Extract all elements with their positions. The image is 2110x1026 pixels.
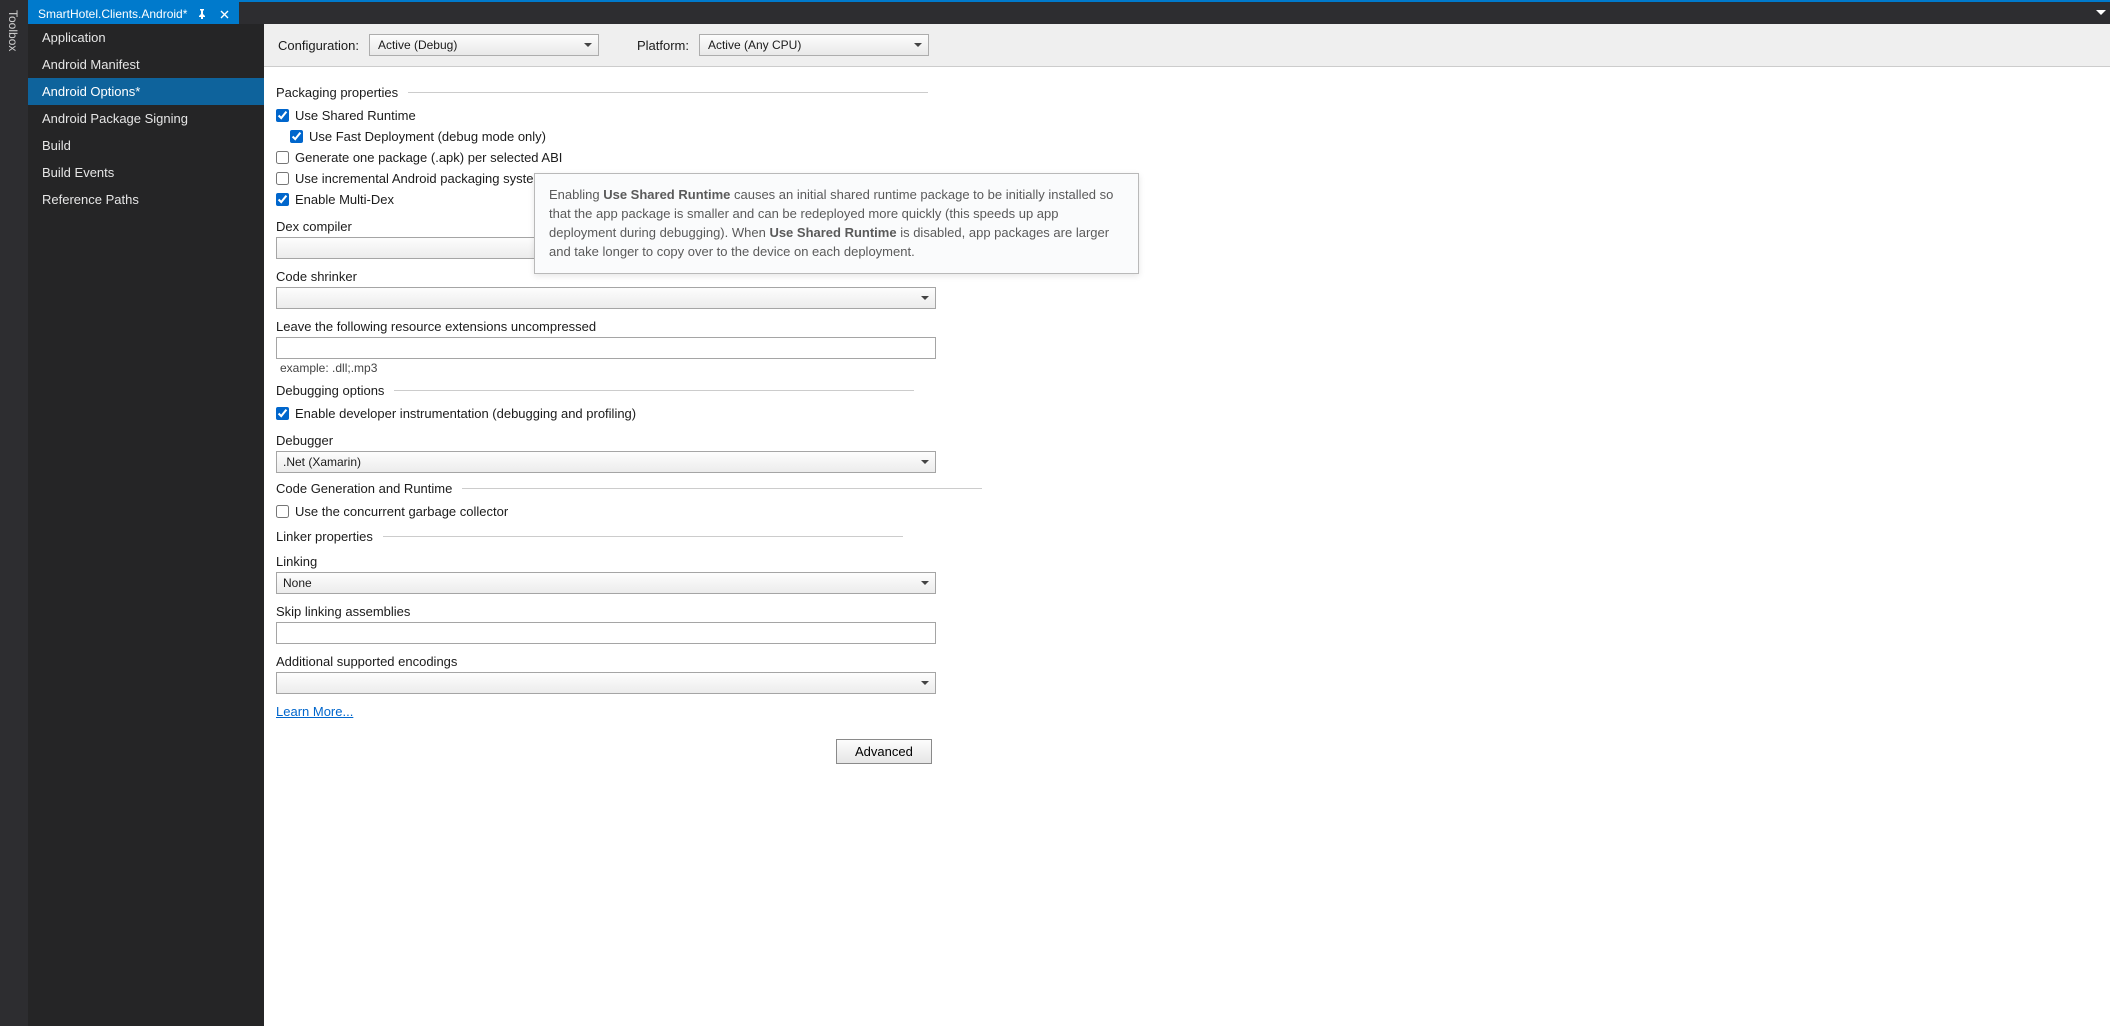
- enable-instrumentation-label: Enable developer instrumentation (debugg…: [295, 406, 636, 421]
- use-fast-deployment-checkbox[interactable]: Use Fast Deployment (debug mode only): [290, 129, 546, 144]
- pin-icon[interactable]: [195, 7, 209, 21]
- debugger-dropdown[interactable]: .Net (Xamarin): [276, 451, 936, 473]
- tooltip-text: Enabling: [549, 187, 603, 202]
- section-packaging: Packaging properties: [276, 85, 1236, 100]
- project-properties-sidebar: Application Android Manifest Android Opt…: [28, 24, 264, 1026]
- document-tabstrip: SmartHotel.Clients.Android*: [28, 0, 2110, 24]
- section-linker-label: Linker properties: [276, 529, 373, 544]
- section-packaging-label: Packaging properties: [276, 85, 398, 100]
- shared-runtime-tooltip: Enabling Use Shared Runtime causes an in…: [534, 173, 1139, 274]
- divider: [394, 390, 914, 391]
- sidebar-item-android-package-signing[interactable]: Android Package Signing: [28, 105, 264, 132]
- use-shared-runtime-checkbox[interactable]: Use Shared Runtime: [276, 108, 416, 123]
- section-codegen: Code Generation and Runtime: [276, 481, 1236, 496]
- sidebar-item-android-manifest[interactable]: Android Manifest: [28, 51, 264, 78]
- use-fast-deployment-label: Use Fast Deployment (debug mode only): [309, 129, 546, 144]
- one-package-per-abi-label: Generate one package (.apk) per selected…: [295, 150, 562, 165]
- one-package-per-abi-checkbox[interactable]: Generate one package (.apk) per selected…: [276, 150, 562, 165]
- debugger-label: Debugger: [276, 433, 1236, 448]
- close-icon[interactable]: [217, 7, 231, 21]
- skip-linking-label: Skip linking assemblies: [276, 604, 1236, 619]
- sidebar-item-build[interactable]: Build: [28, 132, 264, 159]
- uncompressed-extensions-input[interactable]: [276, 337, 936, 359]
- uncompressed-extensions-label: Leave the following resource extensions …: [276, 319, 1236, 334]
- tooltip-bold: Use Shared Runtime: [603, 187, 730, 202]
- sidebar-item-application[interactable]: Application: [28, 24, 264, 51]
- skip-linking-input[interactable]: [276, 622, 936, 644]
- section-codegen-label: Code Generation and Runtime: [276, 481, 452, 496]
- sidebar-item-reference-paths[interactable]: Reference Paths: [28, 186, 264, 213]
- configuration-dropdown[interactable]: Active (Debug): [369, 34, 599, 56]
- enable-multidex-label: Enable Multi-Dex: [295, 192, 394, 207]
- additional-encodings-dropdown[interactable]: [276, 672, 936, 694]
- toolbox-tab[interactable]: Toolbox: [0, 4, 22, 57]
- enable-instrumentation-checkbox[interactable]: Enable developer instrumentation (debugg…: [276, 406, 636, 421]
- divider: [462, 488, 982, 489]
- linking-label: Linking: [276, 554, 1236, 569]
- sidebar-item-build-events[interactable]: Build Events: [28, 159, 264, 186]
- concurrent-gc-checkbox[interactable]: Use the concurrent garbage collector: [276, 504, 508, 519]
- platform-dropdown[interactable]: Active (Any CPU): [699, 34, 929, 56]
- section-debugging-label: Debugging options: [276, 383, 384, 398]
- code-shrinker-dropdown[interactable]: [276, 287, 936, 309]
- divider: [408, 92, 928, 93]
- configuration-bar: Configuration: Active (Debug) Platform: …: [264, 24, 2110, 67]
- additional-encodings-label: Additional supported encodings: [276, 654, 1236, 669]
- use-shared-runtime-label: Use Shared Runtime: [295, 108, 416, 123]
- platform-label: Platform:: [637, 38, 689, 53]
- configuration-label: Configuration:: [278, 38, 359, 53]
- document-tab-active[interactable]: SmartHotel.Clients.Android*: [28, 2, 239, 26]
- tab-overflow-icon[interactable]: [2092, 2, 2110, 24]
- learn-more-link[interactable]: Learn More...: [276, 704, 353, 719]
- sidebar-item-android-options[interactable]: Android Options*: [28, 78, 264, 105]
- divider: [383, 536, 903, 537]
- linking-dropdown[interactable]: None: [276, 572, 936, 594]
- section-linker: Linker properties: [276, 529, 1236, 544]
- uncompressed-extensions-example: example: .dll;.mp3: [280, 361, 1236, 375]
- section-debugging: Debugging options: [276, 383, 1236, 398]
- advanced-button[interactable]: Advanced: [836, 739, 932, 764]
- concurrent-gc-label: Use the concurrent garbage collector: [295, 504, 508, 519]
- document-tab-title: SmartHotel.Clients.Android*: [38, 7, 187, 21]
- enable-multidex-checkbox[interactable]: Enable Multi-Dex: [276, 192, 394, 207]
- tooltip-bold: Use Shared Runtime: [769, 225, 896, 240]
